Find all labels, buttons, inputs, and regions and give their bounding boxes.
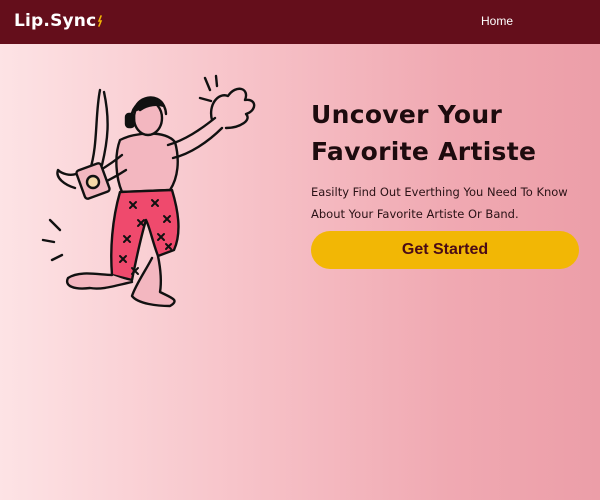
nav-link-home[interactable]: Home xyxy=(481,14,513,28)
logo[interactable]: Lip.Sync xyxy=(14,11,103,31)
navbar: Lip.Sync Home xyxy=(0,0,600,44)
logo-text: Lip.Sync xyxy=(14,11,97,31)
music-note-icon xyxy=(98,15,103,27)
dancing-person-illustration xyxy=(41,74,256,308)
hero-subtitle: Easilty Find Out Everthing You Need To K… xyxy=(311,185,568,221)
get-started-button[interactable]: Get Started xyxy=(311,231,579,269)
hero-title: Uncover Your Favorite Artiste xyxy=(311,100,537,166)
